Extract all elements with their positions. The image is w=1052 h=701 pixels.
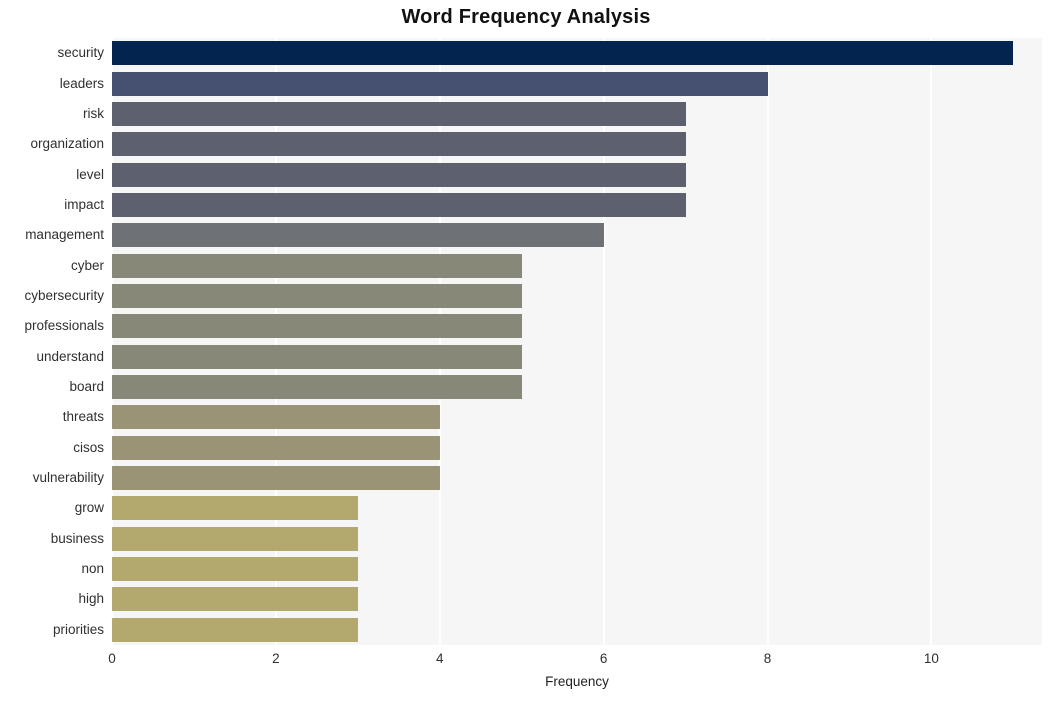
- bar: [112, 557, 358, 582]
- y-axis-tick-label: understand: [36, 348, 104, 364]
- gridline: [766, 38, 769, 645]
- y-axis-tick-label: management: [25, 227, 104, 243]
- y-axis-tick-label: impact: [64, 196, 104, 212]
- y-axis-tick-label: business: [50, 530, 104, 546]
- bar: [112, 314, 522, 339]
- y-axis-tick-label: board: [69, 379, 104, 395]
- y-axis-tick-label: cyber: [70, 257, 104, 273]
- y-axis-tick-label: leaders: [59, 75, 104, 91]
- bar: [112, 375, 522, 400]
- y-axis-tick-label: high: [78, 591, 104, 607]
- gridline: [438, 38, 441, 645]
- bar: [112, 587, 358, 612]
- x-axis-tick-label: 0: [108, 651, 116, 666]
- bar: [112, 162, 686, 187]
- y-axis-tick-label: organization: [30, 136, 104, 152]
- bar: [112, 466, 440, 491]
- y-axis-tick-label: vulnerability: [32, 470, 104, 486]
- bar: [112, 41, 1014, 66]
- x-axis-tick-labels: 0 2 4 6 8 10: [0, 651, 1052, 671]
- x-axis-tick-label: 10: [923, 651, 939, 666]
- x-axis-title: Frequency: [545, 674, 609, 689]
- y-axis-tick-label: level: [76, 166, 104, 182]
- y-axis-tick-label: professionals: [24, 318, 104, 334]
- bar: [112, 223, 604, 248]
- bar: [112, 71, 768, 96]
- y-axis-tick-label: cybersecurity: [24, 287, 104, 303]
- y-axis-tick-label: grow: [74, 500, 104, 516]
- bar: [112, 617, 358, 642]
- y-axis-tick-label: threats: [62, 409, 104, 425]
- gridline: [930, 38, 933, 645]
- x-axis-tick-label: 4: [435, 651, 444, 666]
- bar: [112, 132, 686, 157]
- y-axis-tick-label: priorities: [52, 621, 104, 637]
- x-axis-tick-label: 2: [272, 651, 280, 666]
- x-axis-tick-label: 8: [763, 651, 772, 666]
- y-axis-tick-label: security: [57, 45, 104, 61]
- bar: [112, 526, 358, 551]
- bar: [112, 283, 522, 308]
- y-axis-tick-label: risk: [83, 105, 104, 121]
- page-title: Word Frequency Analysis: [401, 6, 651, 28]
- gridline: [602, 38, 605, 645]
- plot-area: [112, 38, 1042, 645]
- gridline: [112, 38, 113, 645]
- x-axis-tick-label: 6: [599, 651, 608, 666]
- chart-figure: Word Frequency Analysis security leaders r…: [0, 0, 1052, 701]
- bar: [112, 496, 358, 521]
- bar: [112, 101, 686, 126]
- bar: [112, 344, 522, 369]
- gridline: [274, 38, 277, 645]
- bar: [112, 253, 522, 278]
- bar: [112, 405, 440, 430]
- y-axis-tick-label: cisos: [73, 439, 104, 455]
- y-axis-tick-label: non: [81, 561, 104, 577]
- y-axis-tick-labels: security leaders risk organization level impa…: [0, 38, 104, 645]
- bar: [112, 435, 440, 460]
- bar: [112, 192, 686, 217]
